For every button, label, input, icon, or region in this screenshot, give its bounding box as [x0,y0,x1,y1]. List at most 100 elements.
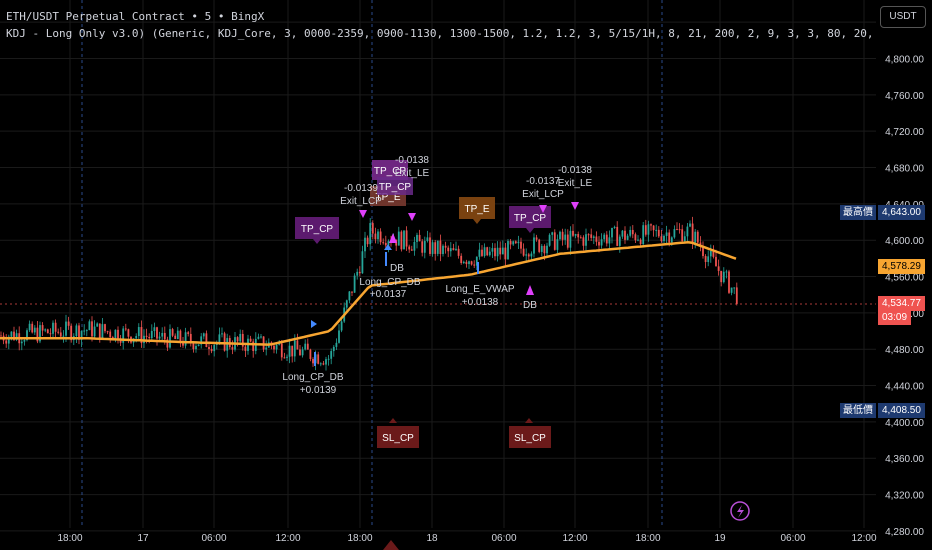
candle-body [574,234,577,236]
candle-body [527,254,530,257]
candle-body [691,223,694,243]
candle-body [647,224,650,235]
candle-body [507,241,509,260]
marker-tp-4: TP_CP [377,177,413,195]
candle-body [0,335,2,337]
candle-body [62,335,65,337]
candle-body [722,271,725,283]
candle-body [582,237,585,246]
candle-body [442,245,444,255]
candle-body [410,249,413,251]
candle-body [553,232,556,250]
candle-body [452,248,455,251]
price-chart[interactable]: TP_CP TP_CP TP_E TP_CP TP_E TP_CP SL_CP … [0,0,932,550]
candle-body [85,330,88,332]
candle-body [309,349,312,359]
candle-body [663,235,665,242]
entry-text: Long_E_VWAP [445,284,514,295]
candle-body [657,229,660,237]
candle-body [114,329,117,340]
candle-body [470,261,473,265]
candle-body [361,251,364,274]
candle-body [54,322,57,332]
candle-body [171,329,174,336]
candle-body [678,229,681,231]
candle-body [273,345,275,350]
candle-body [621,230,624,237]
candle-body [57,331,60,333]
candle-body [460,255,463,263]
lightning-icon[interactable] [730,501,750,521]
candle-body [91,321,93,337]
candle-body [650,224,652,226]
candle-body [616,226,619,246]
candle-body [371,223,374,234]
candle-body [548,234,551,246]
chart-grid [0,0,876,532]
candle-body [673,229,676,238]
candle-body [704,256,707,263]
candle-body [208,346,210,350]
candle-body [600,239,603,246]
candle-body [561,231,564,240]
candle-body [725,271,728,273]
candle-body [509,241,512,245]
candle-body [535,237,538,240]
candle-body [65,321,67,336]
candle-body [520,241,522,249]
candle-body [530,253,533,257]
candle-body [205,333,208,347]
candle-body [137,327,140,337]
candle-body [348,291,351,301]
time-tick: 06:00 [491,533,516,544]
candle-body [590,234,593,238]
candle-body [686,226,689,237]
candle-body [494,248,496,257]
price-tick: 4,440.00 [885,382,924,393]
pnl-text: -0.0137 [526,176,560,187]
candle-body [517,241,520,244]
candle-body [605,234,608,244]
moving-average-line [0,240,737,346]
candle-body [639,239,642,245]
candle-body [543,245,546,254]
candle-body [579,237,582,239]
entry-text: Long_CP_DB [359,277,420,288]
indicator-legend[interactable]: KDJ - Long Only v3.0) (Generic, KDJ_Core… [6,27,876,40]
candle-body [379,231,382,243]
price-tick: 4,360.00 [885,454,924,465]
candle-body [358,271,361,274]
candle-body [595,236,598,242]
time-tick: 06:00 [780,533,805,544]
candle-body [218,334,221,343]
candle-body [491,248,494,252]
candle-body [327,358,330,360]
time-tick: 12:00 [851,533,876,544]
marker-sl-2: SL_CP [509,418,551,448]
price-tick: 4,280.00 [885,527,924,538]
candle-body [436,240,439,254]
candle-body [481,249,483,256]
currency-button[interactable]: USDT [880,6,926,28]
tp-label: TP_CP [379,182,412,193]
candle-body [717,266,720,271]
candle-body [322,363,325,365]
exit-text: Exit_LCP [340,196,382,207]
candle-body [202,333,205,337]
candle-body [317,354,320,364]
candle-body [585,234,587,246]
marker-tp-6: TP_CP [509,206,551,233]
candle-body [496,247,499,257]
candle-body [426,237,429,241]
price-tick: 4,680.00 [885,164,924,175]
candle-body [637,239,639,241]
candle-body [291,345,294,357]
candle-body [538,239,541,252]
candle-body [366,237,369,245]
candle-body [598,241,600,246]
candle-body [533,237,535,254]
pnl-text: +0.0138 [462,297,499,308]
candle-body [44,329,47,331]
candle-body [397,231,400,246]
candle-body [275,344,278,350]
